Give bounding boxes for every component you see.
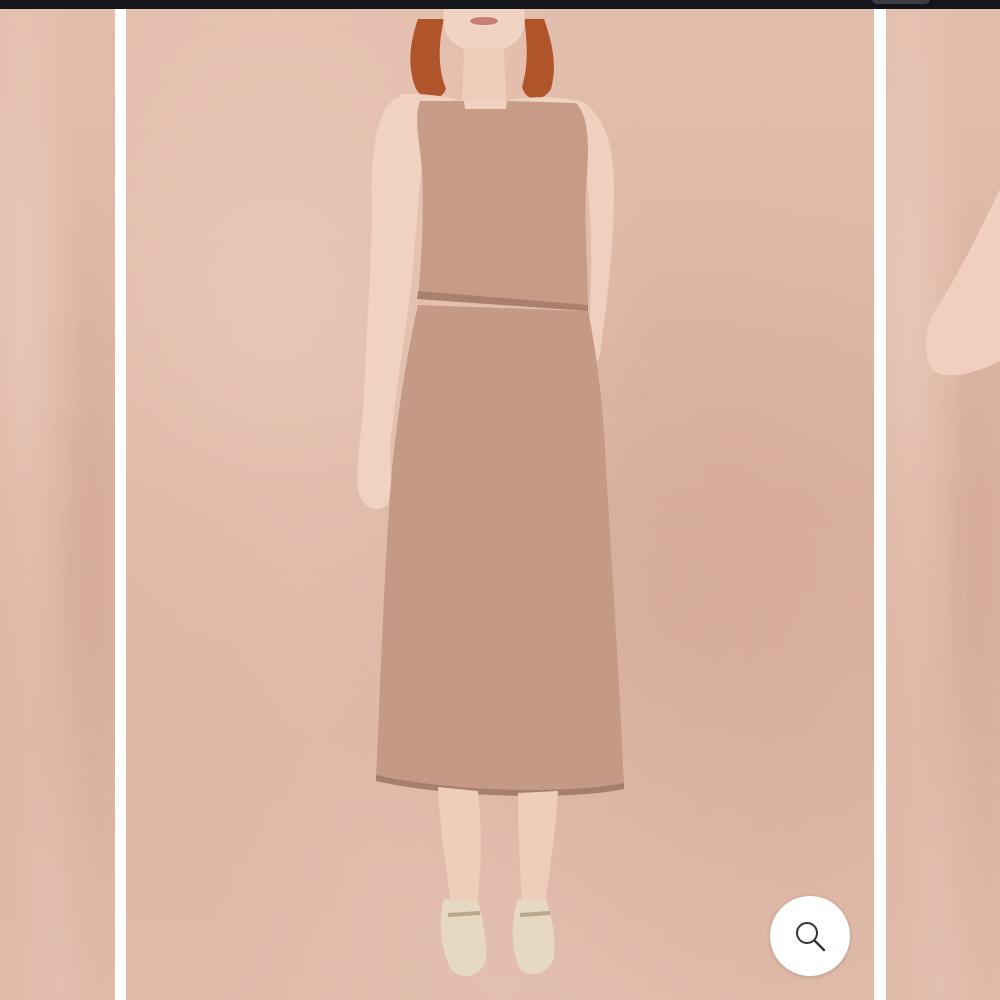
product-image-model — [357, 9, 624, 976]
gallery-slide-current[interactable] — [126, 9, 874, 1000]
magnifier-icon — [796, 922, 826, 952]
previous-slide-image — [0, 9, 115, 1000]
zoom-button[interactable] — [770, 896, 850, 976]
gallery-slide-next[interactable] — [886, 9, 1000, 1000]
status-bar — [0, 0, 1000, 9]
gallery-slide-previous[interactable] — [0, 9, 115, 1000]
product-gallery — [0, 0, 1000, 1000]
status-bar-indicator — [872, 0, 930, 4]
next-slide-arm — [925, 189, 1000, 376]
